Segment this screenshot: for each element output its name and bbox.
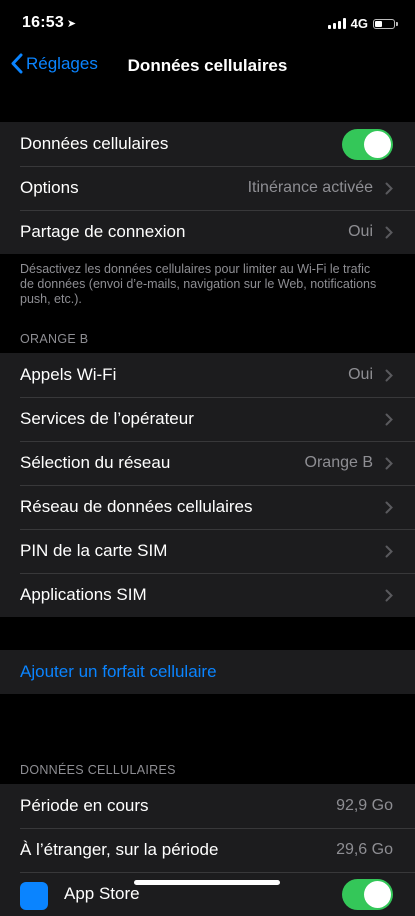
app-store-icon xyxy=(20,882,48,910)
chevron-right-icon xyxy=(385,589,393,602)
carrier-row-label: Réseau de données cellulaires xyxy=(20,497,253,516)
network-type: 4G xyxy=(350,16,368,31)
usage-group: Période en cours 92,9 Go À l’étranger, s… xyxy=(0,784,415,916)
navigation-bar: Réglages Données cellulaires xyxy=(0,48,415,88)
add-plan-button[interactable]: Ajouter un forfait cellulaire xyxy=(0,650,415,694)
carrier-row[interactable]: Sélection du réseau Orange B xyxy=(0,441,415,485)
chevron-right-icon xyxy=(385,369,393,382)
options-value: Itinérance activée xyxy=(247,179,373,196)
carrier-row[interactable]: PIN de la carte SIM xyxy=(0,529,415,573)
carrier-row-label: Services de l’opérateur xyxy=(20,409,194,428)
app-usage-row: App Store xyxy=(0,872,415,916)
options-label: Options xyxy=(20,178,79,197)
carrier-row[interactable]: Réseau de données cellulaires xyxy=(0,485,415,529)
carrier-row-label: Sélection du réseau xyxy=(20,453,171,472)
hotspot-row[interactable]: Partage de connexion Oui xyxy=(0,210,415,254)
hotspot-label: Partage de connexion xyxy=(20,222,186,241)
status-time: 16:53 ➤ xyxy=(22,14,76,32)
add-plan-label: Ajouter un forfait cellulaire xyxy=(20,662,217,681)
time-label: 16:53 xyxy=(22,14,64,31)
usage-row: À l’étranger, sur la période 29,6 Go xyxy=(0,828,415,872)
carrier-row-label: Appels Wi-Fi xyxy=(20,365,117,384)
chevron-right-icon xyxy=(385,182,393,195)
usage-row-value: 29,6 Go xyxy=(336,841,393,858)
page-title: Données cellulaires xyxy=(127,56,288,75)
chevron-right-icon xyxy=(385,545,393,558)
chevron-right-icon xyxy=(385,457,393,470)
carrier-row[interactable]: Services de l’opérateur xyxy=(0,397,415,441)
options-row[interactable]: Options Itinérance activée xyxy=(0,166,415,210)
carrier-row-value: Orange B xyxy=(304,454,373,471)
usage-row-label: À l’étranger, sur la période xyxy=(20,840,219,859)
usage-row-value: 92,9 Go xyxy=(336,797,393,814)
app-name-label: App Store xyxy=(64,884,140,903)
carrier-row-label: PIN de la carte SIM xyxy=(20,541,168,560)
carrier-row-value: Oui xyxy=(348,366,373,383)
carrier-row[interactable]: Applications SIM xyxy=(0,573,415,617)
chevron-right-icon xyxy=(385,501,393,514)
toggle-knob xyxy=(364,131,391,158)
carrier-row-label: Applications SIM xyxy=(20,585,147,604)
usage-row: Période en cours 92,9 Go xyxy=(0,784,415,828)
battery-icon xyxy=(373,18,398,29)
cellular-footer-note: Désactivez les données cellulaires pour … xyxy=(20,262,377,306)
hotspot-value: Oui xyxy=(348,223,373,240)
add-plan-group: Ajouter un forfait cellulaire xyxy=(0,650,415,694)
status-bar: 16:53 ➤ 4G xyxy=(0,0,415,48)
cellular-data-toggle[interactable] xyxy=(342,129,393,160)
cellular-data-label: Données cellulaires xyxy=(20,134,169,153)
carrier-section-header: ORANGE B xyxy=(20,332,89,346)
cellular-settings-group: Données cellulaires Options Itinérance a… xyxy=(0,122,415,254)
signal-icon xyxy=(327,18,346,29)
cellular-data-row: Données cellulaires xyxy=(0,122,415,166)
chevron-right-icon xyxy=(385,226,393,239)
carrier-row[interactable]: Appels Wi-Fi Oui xyxy=(0,353,415,397)
location-arrow-icon: ➤ xyxy=(66,18,77,30)
status-indicators: 4G xyxy=(327,16,398,31)
usage-section-header: DONNÉES CELLULAIRES xyxy=(20,763,176,777)
chevron-right-icon xyxy=(385,413,393,426)
home-indicator xyxy=(134,880,280,885)
carrier-settings-group: Appels Wi-Fi Oui Services de l’opérateur… xyxy=(0,353,415,617)
usage-row-label: Période en cours xyxy=(20,796,149,815)
